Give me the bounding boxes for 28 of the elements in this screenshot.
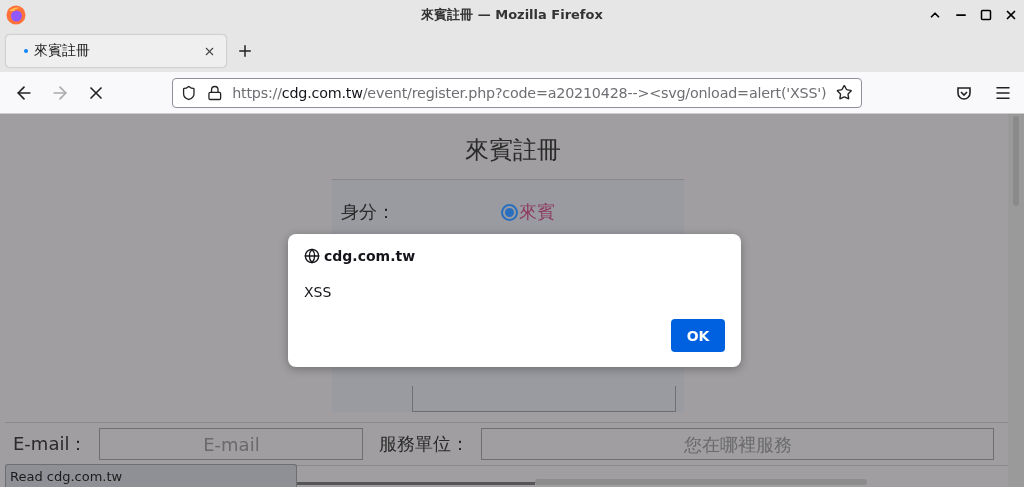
browser-tab[interactable]: 來賓註冊 xyxy=(6,35,226,67)
window-title: 來賓註冊 — Mozilla Firefox xyxy=(421,7,603,22)
lock-icon[interactable] xyxy=(206,84,223,101)
dialog-message: XSS xyxy=(304,284,333,300)
ok-button[interactable]: OK xyxy=(671,319,725,352)
radio-label: 來賓 xyxy=(519,200,555,224)
horizontal-scrollbar[interactable] xyxy=(535,479,867,485)
loading-dot-icon xyxy=(24,49,28,53)
pocket-icon[interactable] xyxy=(956,84,972,101)
status-text: Read cdg.com.tw xyxy=(5,464,297,487)
vertical-scrollbar[interactable] xyxy=(1008,114,1024,487)
address-bar[interactable]: https://cdg.com.tw/event/register.php?code=a20210428--><svg/onload=alert('XSS') xyxy=(172,77,862,108)
email-label: E-mail： xyxy=(13,432,88,456)
shield-icon[interactable] xyxy=(181,84,197,101)
url-text: https://cdg.com.tw/event/register.php?code=a20210428--><svg/onload=alert('XSS') xyxy=(232,84,827,101)
firefox-logo-icon xyxy=(6,5,26,25)
identity-label: 身分： xyxy=(341,200,396,224)
close-icon[interactable] xyxy=(1004,8,1018,22)
scrollbar-thumb[interactable] xyxy=(297,482,535,485)
new-tab-icon[interactable] xyxy=(236,42,254,60)
star-icon[interactable] xyxy=(836,84,853,101)
globe-icon xyxy=(304,248,320,264)
radio-button[interactable] xyxy=(501,203,518,221)
unit-label: 服務單位： xyxy=(379,432,470,456)
tab-title: 來賓註冊 xyxy=(34,42,91,60)
page-heading: 來賓註冊 xyxy=(463,135,561,166)
dialog-origin: cdg.com.tw xyxy=(324,248,416,264)
maximize-icon[interactable] xyxy=(980,9,992,21)
